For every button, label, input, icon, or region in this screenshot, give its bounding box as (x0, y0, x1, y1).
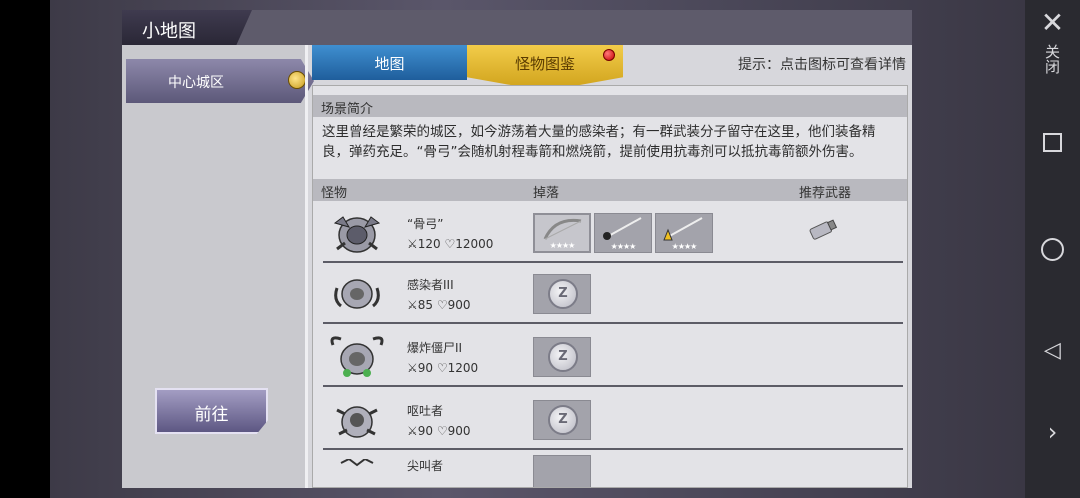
monster-stats: ⚔90 ♡900 (407, 424, 471, 438)
panel-header: 小地图 (122, 10, 912, 45)
attack-icon: ⚔ (407, 298, 418, 312)
sidebar-divider (305, 45, 308, 488)
heart-icon: ♡ (436, 424, 448, 438)
heart-icon: ♡ (444, 237, 456, 251)
goto-button-label: 前往 (194, 405, 229, 425)
hp-value: 12000 (455, 237, 494, 251)
left-screen-edge (0, 0, 50, 498)
district-sidebar: 中心城区 前往 (122, 45, 314, 488)
monster-row: 呕吐者 ⚔90 ♡900 Z (323, 390, 903, 450)
hint-text: 提示：点击图标可查看详情 (738, 57, 906, 73)
monster-infected-icon[interactable] (327, 270, 387, 318)
hp-value: 900 (447, 298, 471, 312)
recent-apps-icon[interactable] (1043, 133, 1062, 152)
attack-value: 90 (417, 424, 434, 438)
coin-item-icon[interactable]: Z (533, 274, 591, 314)
tab-map-label: 地图 (374, 55, 405, 73)
tab-monster-label: 怪物图鉴 (514, 55, 575, 73)
close-label[interactable]: 关闭 (1043, 44, 1063, 74)
monster-name: 感染者III (407, 278, 454, 292)
monster-row: 感染者III ⚔85 ♡900 Z (323, 264, 903, 324)
tab-map[interactable]: 地图 (312, 45, 467, 80)
district-label: 中心城区 (168, 75, 224, 91)
attack-icon: ⚔ (407, 237, 418, 251)
coin-item-icon[interactable]: Z (533, 337, 591, 377)
monster-exploder-icon[interactable] (327, 333, 387, 381)
monster-row: 尖叫者 (323, 453, 903, 488)
chevron-right-icon[interactable]: › (1025, 418, 1080, 446)
column-drop: 掉落 (533, 186, 560, 201)
district-item-center[interactable]: 中心城区 (126, 59, 314, 103)
attack-value: 90 (417, 361, 434, 375)
scene-description: 这里曾经是繁荣的城区，如今游荡着大量的感染者；有一群武装分子留守在这里，他们装备… (322, 124, 876, 160)
gold-badge-icon (288, 71, 306, 89)
attack-value: 120 (417, 237, 441, 251)
item-stars: ★★★★ (549, 241, 576, 250)
recommended-weapon-icon[interactable] (805, 219, 841, 243)
coin-item-icon[interactable] (533, 455, 591, 487)
monster-name: “骨弓” (407, 217, 444, 231)
scene-heading: 场景简介 (321, 102, 374, 117)
item-stars: ★★★★ (671, 242, 698, 251)
back-icon[interactable]: ◁ (1025, 338, 1080, 363)
goto-button[interactable]: 前往 (155, 388, 268, 434)
close-icon[interactable]: ✕ (1025, 6, 1080, 39)
attack-icon: ⚔ (407, 424, 418, 438)
hp-value: 1200 (447, 361, 479, 375)
coin-icon: Z (548, 405, 578, 435)
scene-heading-bar: 场景简介 (313, 95, 907, 117)
monster-screamer-icon[interactable] (327, 459, 387, 488)
monster-row: “骨弓” ⚔120 ♡12000 ★★★★ ★★★★ ★★★★ (323, 203, 903, 263)
column-monster: 怪物 (321, 186, 348, 201)
system-nav-bar: ✕ 关闭 ◁ › (1025, 0, 1080, 498)
monster-guide-content[interactable]: 场景简介 这里曾经是繁荣的城区，如今游荡着大量的感染者；有一群武装分子留守在这里… (312, 85, 908, 488)
table-header: 怪物 掉落 推荐武器 (313, 179, 907, 201)
bow-item-icon[interactable]: ★★★★ (533, 213, 591, 253)
monster-stats: ⚔85 ♡900 (407, 298, 471, 312)
home-icon[interactable] (1041, 238, 1064, 261)
heart-icon: ♡ (436, 298, 448, 312)
item-stars: ★★★★ (610, 242, 637, 251)
monster-name: 爆炸僵尸II (407, 341, 463, 355)
poison-arrow-item-icon[interactable]: ★★★★ (594, 213, 652, 253)
coin-item-icon[interactable]: Z (533, 400, 591, 440)
attack-value: 85 (417, 298, 434, 312)
monster-name: 呕吐者 (407, 404, 444, 418)
coin-icon: Z (548, 279, 578, 309)
monster-stats: ⚔120 ♡12000 (407, 237, 493, 251)
monster-vomiter-icon[interactable] (327, 396, 387, 444)
attack-icon: ⚔ (407, 361, 418, 375)
panel-title: 小地图 (142, 21, 196, 42)
monster-stats: ⚔90 ♡1200 (407, 361, 478, 375)
minimap-panel: 小地图 中心城区 前往 地图 怪物图鉴 提示：点击图标可查看详情 场景简介 这里… (122, 10, 912, 488)
notification-dot-icon (603, 49, 615, 61)
monster-row: 爆炸僵尸II ⚔90 ♡1200 Z (323, 327, 903, 387)
hp-value: 900 (447, 424, 471, 438)
monster-name: 尖叫者 (407, 459, 444, 473)
monster-bone-bow-icon[interactable] (327, 209, 387, 257)
column-weapon: 推荐武器 (799, 186, 852, 201)
heart-icon: ♡ (436, 361, 448, 375)
fire-arrow-item-icon[interactable]: ★★★★ (655, 213, 713, 253)
coin-icon: Z (548, 342, 578, 372)
